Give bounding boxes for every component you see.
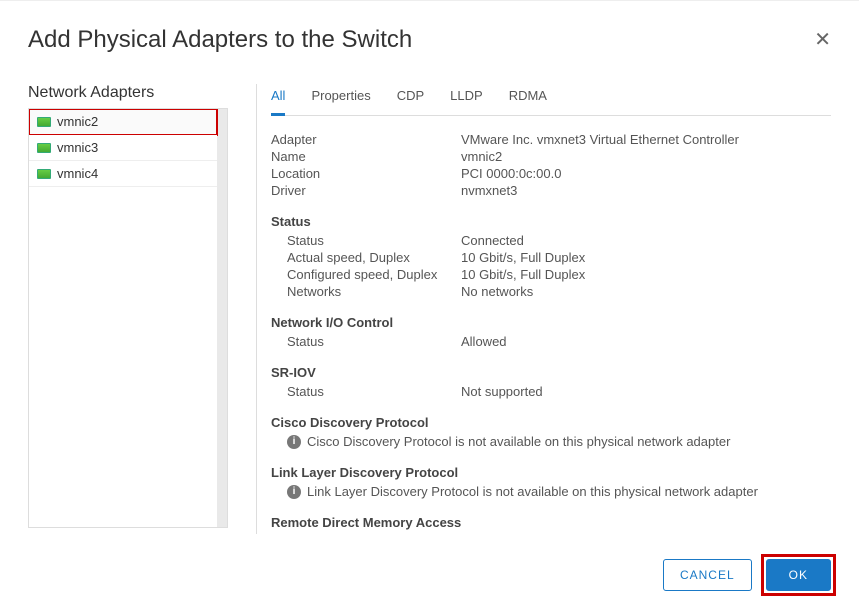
adapter-label: vmnic4	[57, 166, 98, 181]
nic-icon	[37, 117, 51, 127]
dialog-footer: CANCEL OK	[663, 559, 831, 591]
v-actual: 10 Gbit/s, Full Duplex	[461, 250, 585, 265]
info-icon: i	[287, 435, 301, 449]
k-location: Location	[271, 166, 461, 181]
v-sriov-status: Not supported	[461, 384, 543, 399]
k-status: Status	[271, 233, 461, 248]
k-nioc-status: Status	[271, 334, 461, 349]
v-adapter: VMware Inc. vmxnet3 Virtual Ethernet Con…	[461, 132, 739, 147]
k-adapter: Adapter	[271, 132, 461, 147]
dialog-body: Network Adapters vmnic2 vmnic3 vmnic4 Al…	[28, 84, 831, 534]
ok-button[interactable]: OK	[766, 559, 831, 591]
adapter-list[interactable]: vmnic2 vmnic3 vmnic4	[28, 108, 228, 528]
dialog-title: Add Physical Adapters to the Switch	[28, 26, 412, 54]
v-nioc-status: Allowed	[461, 334, 507, 349]
k-name: Name	[271, 149, 461, 164]
tab-rdma[interactable]: RDMA	[509, 84, 547, 115]
nioc-heading: Network I/O Control	[271, 315, 813, 330]
adapter-item-vmnic4[interactable]: vmnic4	[29, 161, 217, 187]
info-icon: i	[287, 485, 301, 499]
dialog: Add Physical Adapters to the Switch ✕ Ne…	[0, 0, 859, 609]
k-driver: Driver	[271, 183, 461, 198]
k-nets: Networks	[271, 284, 461, 299]
cancel-button[interactable]: CANCEL	[663, 559, 752, 591]
v-nets: No networks	[461, 284, 533, 299]
cdp-msg: Cisco Discovery Protocol is not availabl…	[307, 434, 730, 449]
lldp-msg: Link Layer Discovery Protocol is not ava…	[307, 484, 758, 499]
adapter-item-vmnic3[interactable]: vmnic3	[29, 135, 217, 161]
adapter-label: vmnic2	[57, 114, 98, 129]
k-conf: Configured speed, Duplex	[271, 267, 461, 282]
lldp-heading: Link Layer Discovery Protocol	[271, 465, 813, 480]
top-separator	[0, 0, 859, 1]
rdma-heading: Remote Direct Memory Access	[271, 515, 813, 530]
sriov-heading: SR-IOV	[271, 365, 813, 380]
v-conf: 10 Gbit/s, Full Duplex	[461, 267, 585, 282]
title-row: Add Physical Adapters to the Switch ✕	[28, 26, 831, 54]
k-actual: Actual speed, Duplex	[271, 250, 461, 265]
close-icon[interactable]: ✕	[814, 26, 831, 50]
v-location: PCI 0000:0c:00.0	[461, 166, 561, 181]
left-column: Network Adapters vmnic2 vmnic3 vmnic4	[28, 84, 228, 534]
adapter-label: vmnic3	[57, 140, 98, 155]
tab-all[interactable]: All	[271, 84, 285, 116]
tab-cdp[interactable]: CDP	[397, 84, 424, 115]
v-driver: nvmxnet3	[461, 183, 517, 198]
detail-pane[interactable]: AdapterVMware Inc. vmxnet3 Virtual Ether…	[271, 130, 831, 530]
ok-highlight: OK	[766, 559, 831, 591]
right-column: All Properties CDP LLDP RDMA AdapterVMwa…	[256, 84, 831, 534]
network-adapters-heading: Network Adapters	[28, 84, 228, 102]
k-sriov-status: Status	[271, 384, 461, 399]
cdp-heading: Cisco Discovery Protocol	[271, 415, 813, 430]
v-status: Connected	[461, 233, 524, 248]
lldp-info-row: i Link Layer Discovery Protocol is not a…	[271, 484, 813, 499]
tab-lldp[interactable]: LLDP	[450, 84, 483, 115]
v-name: vmnic2	[461, 149, 502, 164]
tab-properties[interactable]: Properties	[311, 84, 370, 115]
status-heading: Status	[271, 214, 813, 229]
nic-icon	[37, 143, 51, 153]
tab-bar: All Properties CDP LLDP RDMA	[271, 84, 831, 116]
adapter-item-vmnic2[interactable]: vmnic2	[29, 109, 217, 135]
cdp-info-row: i Cisco Discovery Protocol is not availa…	[271, 434, 813, 449]
nic-icon	[37, 169, 51, 179]
